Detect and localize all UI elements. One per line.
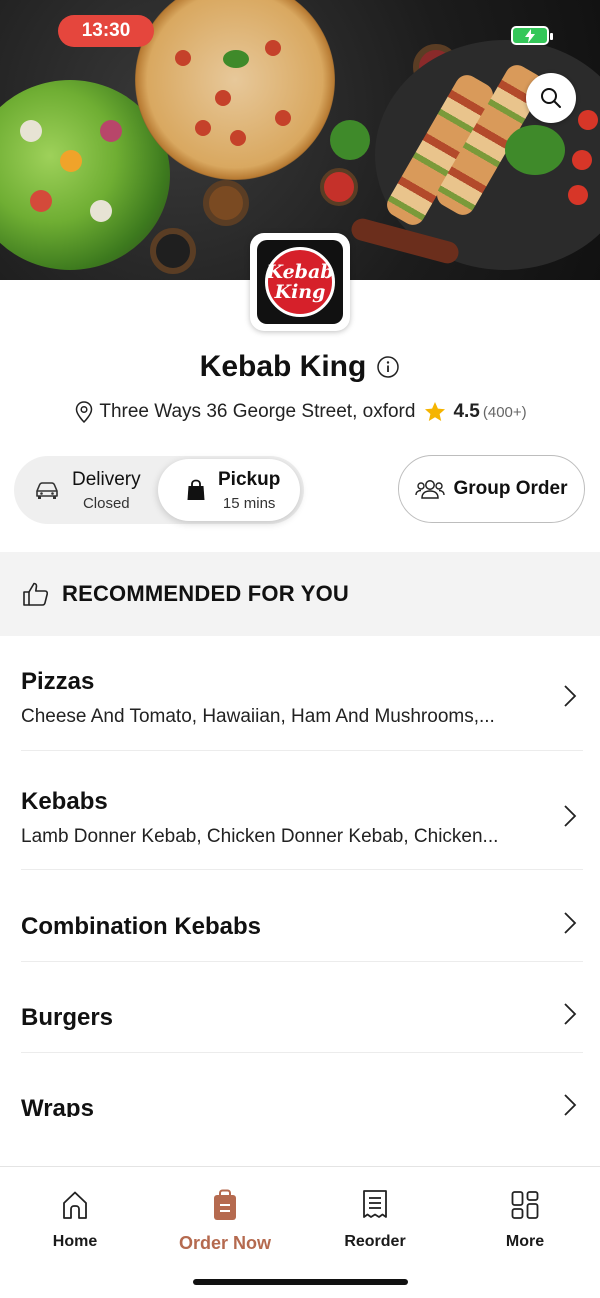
thumbs-up-icon xyxy=(23,582,49,606)
delivery-status: Closed xyxy=(82,494,130,512)
category-name: Combination Kebabs xyxy=(21,913,262,940)
order-bag-icon xyxy=(214,1189,236,1220)
delivery-label: Delivery xyxy=(72,468,141,490)
chevron-right-icon xyxy=(564,1094,577,1116)
sauce-bowl xyxy=(320,168,358,206)
tab-label: More xyxy=(505,1233,545,1250)
category-row-wraps[interactable]: Wraps xyxy=(21,1094,583,1117)
tab-label: Home xyxy=(52,1233,98,1250)
cherry-tomato xyxy=(572,150,592,170)
tab-label: Reorder xyxy=(344,1233,406,1250)
location-pin-icon xyxy=(76,401,93,424)
category-row-burgers[interactable]: Burgers xyxy=(21,1003,583,1036)
group-icon xyxy=(415,480,446,499)
status-time: 13:30 xyxy=(58,15,154,47)
divider xyxy=(21,750,583,751)
herbs xyxy=(505,125,565,175)
search-icon xyxy=(541,88,561,108)
rating-value: 4.5 xyxy=(453,401,480,422)
category-name: Kebabs xyxy=(21,788,108,815)
restaurant-address: Three Ways 36 George Street, oxford xyxy=(99,401,416,422)
herbs xyxy=(330,120,370,160)
chevron-right-icon xyxy=(564,912,577,934)
star-icon xyxy=(425,402,446,421)
delivery-option[interactable]: Delivery Closed xyxy=(34,456,174,524)
chevron-right-icon xyxy=(564,805,577,827)
restaurant-name: Kebab King xyxy=(199,350,367,383)
category-name: Wraps xyxy=(21,1095,94,1117)
home-icon xyxy=(63,1191,87,1219)
recommended-title: RECOMMENDED FOR YOU xyxy=(62,581,349,606)
category-row-pizzas[interactable]: Pizzas Cheese And Tomato, Hawaiian, Ham … xyxy=(21,668,583,728)
group-order-label: Group Order xyxy=(453,478,568,499)
category-row-kebabs[interactable]: Kebabs Lamb Donner Kebab, Chicken Donner… xyxy=(21,788,583,848)
order-mode-toggle: Delivery Closed Pickup 15 mins xyxy=(14,456,304,524)
grid-icon xyxy=(511,1191,539,1219)
pickup-time: 15 mins xyxy=(222,494,276,512)
battery-charging-icon xyxy=(511,26,553,45)
tab-label: Order Now xyxy=(178,1233,271,1253)
group-order-button[interactable]: Group Order xyxy=(398,455,585,523)
category-description: Lamb Donner Kebab, Chicken Donner Kebab,… xyxy=(21,826,499,847)
divider xyxy=(21,869,583,870)
cherry-tomato xyxy=(578,110,598,130)
info-icon[interactable] xyxy=(376,355,400,379)
search-button[interactable] xyxy=(526,73,576,123)
logo-word: King xyxy=(274,281,326,303)
receipt-icon xyxy=(363,1190,387,1218)
tab-reorder[interactable]: Reorder xyxy=(300,1189,450,1251)
car-icon xyxy=(36,482,58,499)
logo-word: Kebab xyxy=(266,261,334,283)
tab-home[interactable]: Home xyxy=(0,1189,150,1251)
pickup-label: Pickup xyxy=(218,468,281,490)
divider xyxy=(21,961,583,962)
shopping-bag-icon xyxy=(187,479,205,500)
divider xyxy=(21,1052,583,1053)
category-name: Pizzas xyxy=(21,668,95,695)
rating-count: (400+) xyxy=(482,403,527,421)
recommended-header: RECOMMENDED FOR YOU xyxy=(0,552,600,636)
spice-bowl xyxy=(203,180,249,226)
home-indicator xyxy=(193,1279,408,1285)
chevron-right-icon xyxy=(564,1003,577,1025)
chevron-right-icon xyxy=(564,685,577,707)
pepper-bowl xyxy=(150,228,196,274)
cherry-tomato xyxy=(568,185,588,205)
tab-more[interactable]: More xyxy=(450,1189,600,1251)
pickup-option[interactable]: Pickup 15 mins xyxy=(158,459,300,521)
restaurant-logo: Kebab King xyxy=(250,233,350,331)
category-row-combination-kebabs[interactable]: Combination Kebabs xyxy=(21,912,583,945)
category-name: Burgers xyxy=(21,1004,114,1031)
tab-order-now[interactable]: Order Now xyxy=(150,1189,300,1254)
category-description: Cheese And Tomato, Hawaiian, Ham And Mus… xyxy=(21,706,495,727)
